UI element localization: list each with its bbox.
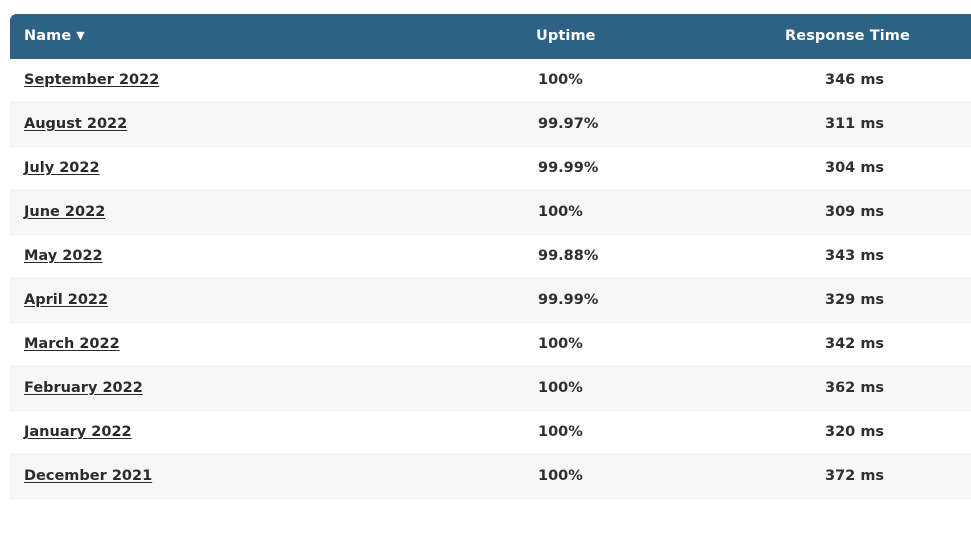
cell-name: May 2022	[10, 234, 530, 279]
cell-response-time: 342 ms	[783, 322, 971, 367]
column-header-response-time[interactable]: Response Time	[783, 14, 971, 59]
cell-response-time: 362 ms	[783, 366, 971, 411]
cell-response-time: 372 ms	[783, 454, 971, 499]
column-header-name-label: Name	[24, 28, 72, 44]
cell-name: March 2022	[10, 322, 530, 367]
table-row: March 2022 100% 342 ms	[10, 322, 971, 367]
table-header: Name ▼ Uptime Response Time	[10, 14, 971, 59]
month-link[interactable]: August 2022	[24, 116, 127, 132]
month-link[interactable]: March 2022	[24, 336, 120, 352]
table-body: September 2022 100% 346 ms August 2022 9…	[10, 59, 971, 499]
column-header-uptime-label: Uptime	[536, 28, 596, 44]
table-row: May 2022 99.88% 343 ms	[10, 234, 971, 279]
cell-response-time: 343 ms	[783, 234, 971, 279]
month-link[interactable]: December 2021	[24, 468, 152, 484]
cell-name: January 2022	[10, 410, 530, 455]
cell-uptime: 100%	[530, 366, 783, 411]
cell-response-time: 320 ms	[783, 410, 971, 455]
table-header-row: Name ▼ Uptime Response Time	[10, 14, 971, 59]
column-header-name[interactable]: Name ▼	[10, 14, 530, 59]
cell-response-time: 304 ms	[783, 146, 971, 191]
cell-uptime: 100%	[530, 410, 783, 455]
cell-name: August 2022	[10, 102, 530, 147]
month-link[interactable]: April 2022	[24, 292, 108, 308]
month-link[interactable]: July 2022	[24, 160, 100, 176]
cell-uptime: 100%	[530, 59, 783, 103]
cell-response-time: 346 ms	[783, 59, 971, 103]
column-header-response-time-label: Response Time	[785, 28, 910, 44]
cell-uptime: 100%	[530, 190, 783, 235]
cell-response-time: 329 ms	[783, 278, 971, 323]
cell-uptime: 100%	[530, 454, 783, 499]
sort-descending-icon[interactable]: ▼	[76, 30, 85, 41]
table-row: June 2022 100% 309 ms	[10, 190, 971, 235]
month-link[interactable]: February 2022	[24, 380, 143, 396]
cell-uptime: 99.97%	[530, 102, 783, 147]
table-row: December 2021 100% 372 ms	[10, 454, 971, 499]
table-row: July 2022 99.99% 304 ms	[10, 146, 971, 191]
table-row: September 2022 100% 346 ms	[10, 59, 971, 103]
cell-uptime: 99.99%	[530, 278, 783, 323]
table-row: August 2022 99.97% 311 ms	[10, 102, 971, 147]
table-row: January 2022 100% 320 ms	[10, 410, 971, 455]
month-link[interactable]: January 2022	[24, 424, 132, 440]
month-link[interactable]: May 2022	[24, 248, 103, 264]
table-row: February 2022 100% 362 ms	[10, 366, 971, 411]
cell-response-time: 309 ms	[783, 190, 971, 235]
page-root: Name ▼ Uptime Response Time September 202…	[0, 0, 971, 543]
table-row: April 2022 99.99% 329 ms	[10, 278, 971, 323]
cell-uptime: 100%	[530, 322, 783, 367]
cell-name: February 2022	[10, 366, 530, 411]
uptime-history-table: Name ▼ Uptime Response Time September 202…	[10, 14, 971, 499]
month-link[interactable]: September 2022	[24, 72, 159, 88]
cell-name: June 2022	[10, 190, 530, 235]
cell-name: April 2022	[10, 278, 530, 323]
status-table-container: Name ▼ Uptime Response Time September 202…	[10, 14, 971, 499]
cell-response-time: 311 ms	[783, 102, 971, 147]
cell-uptime: 99.88%	[530, 234, 783, 279]
cell-name: September 2022	[10, 59, 530, 103]
month-link[interactable]: June 2022	[24, 204, 105, 220]
cell-name: July 2022	[10, 146, 530, 191]
column-header-uptime[interactable]: Uptime	[530, 14, 783, 59]
cell-name: December 2021	[10, 454, 530, 499]
cell-uptime: 99.99%	[530, 146, 783, 191]
